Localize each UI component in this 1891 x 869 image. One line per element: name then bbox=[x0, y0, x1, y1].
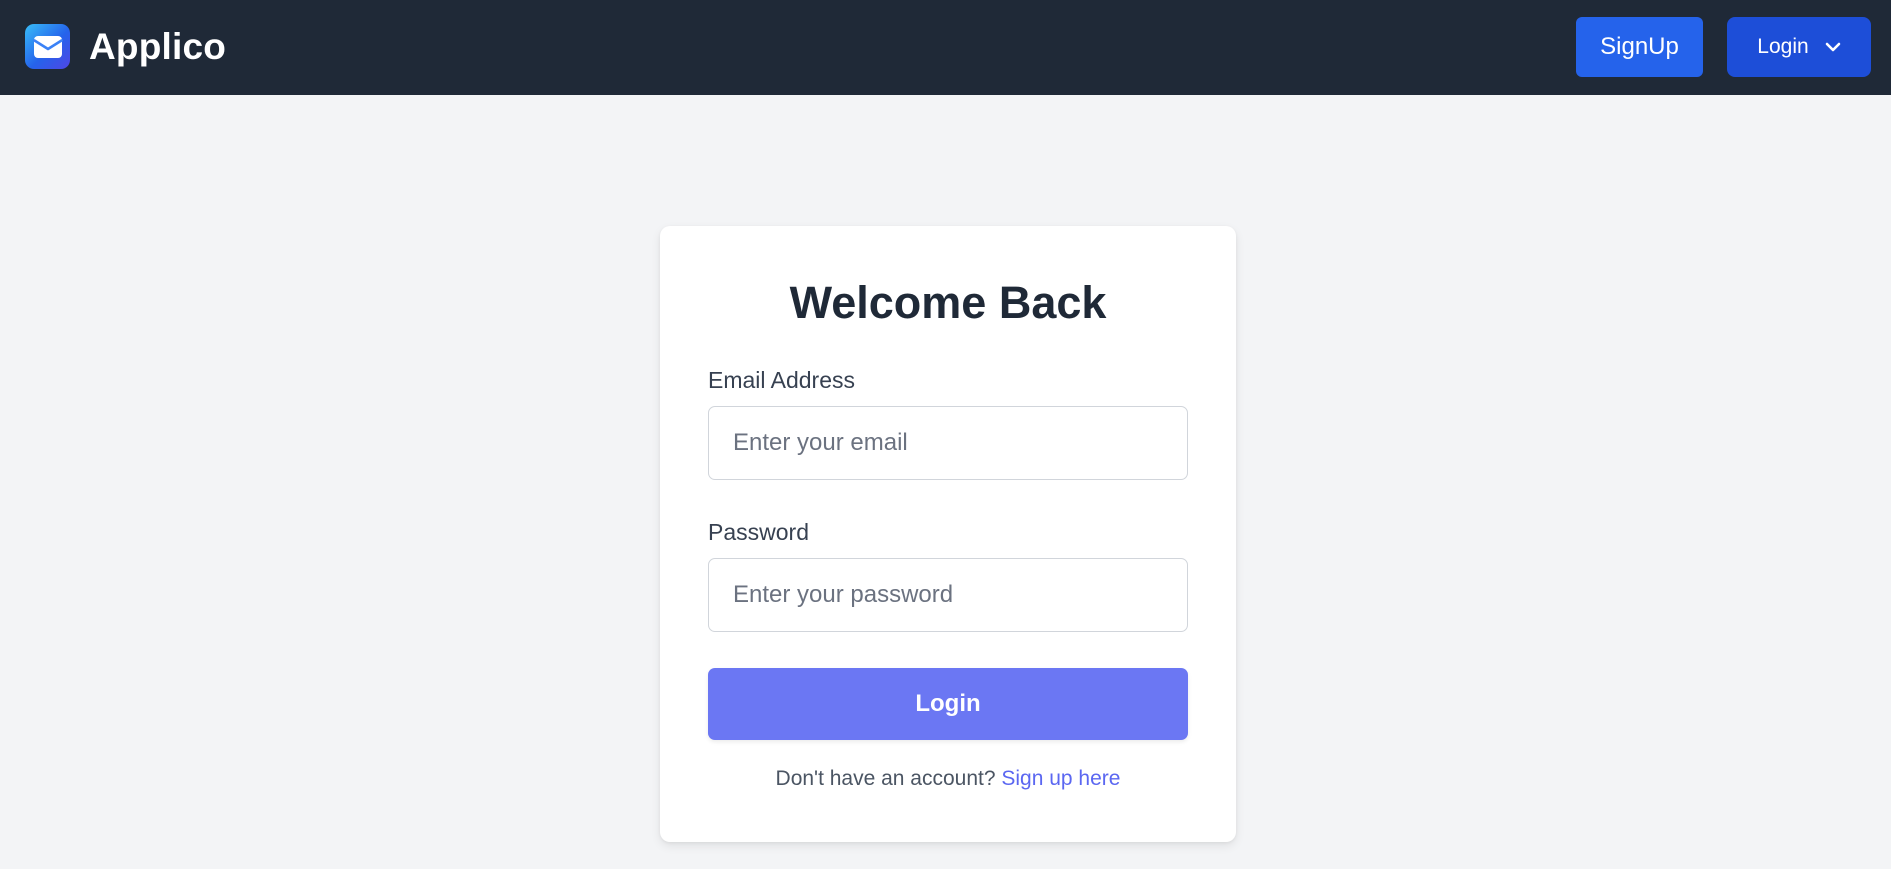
top-navbar: Applico SignUp Login bbox=[0, 0, 1891, 95]
envelope-icon bbox=[25, 24, 70, 69]
login-card: Welcome Back Email Address Password Logi… bbox=[660, 226, 1236, 842]
login-dropdown-button[interactable]: Login bbox=[1727, 17, 1871, 77]
chevron-down-icon bbox=[1825, 42, 1841, 52]
page-title: Welcome Back bbox=[789, 277, 1107, 328]
brand-logo-link[interactable]: Applico bbox=[25, 24, 226, 69]
email-field[interactable] bbox=[708, 406, 1188, 480]
signup-button-label: SignUp bbox=[1600, 33, 1679, 60]
brand-name: Applico bbox=[89, 25, 227, 67]
password-label: Password bbox=[708, 519, 809, 545]
password-field[interactable] bbox=[708, 558, 1188, 632]
login-submit-label: Login bbox=[915, 690, 981, 717]
signup-prompt: Don't have an account? Sign up here bbox=[660, 767, 1236, 791]
login-dropdown-label: Login bbox=[1757, 35, 1809, 58]
signup-prompt-text: Don't have an account? bbox=[775, 767, 996, 790]
signup-button[interactable]: SignUp bbox=[1576, 17, 1703, 77]
signup-link[interactable]: Sign up here bbox=[1001, 767, 1120, 790]
email-label: Email Address bbox=[708, 367, 856, 393]
login-submit-button[interactable]: Login bbox=[708, 668, 1188, 740]
